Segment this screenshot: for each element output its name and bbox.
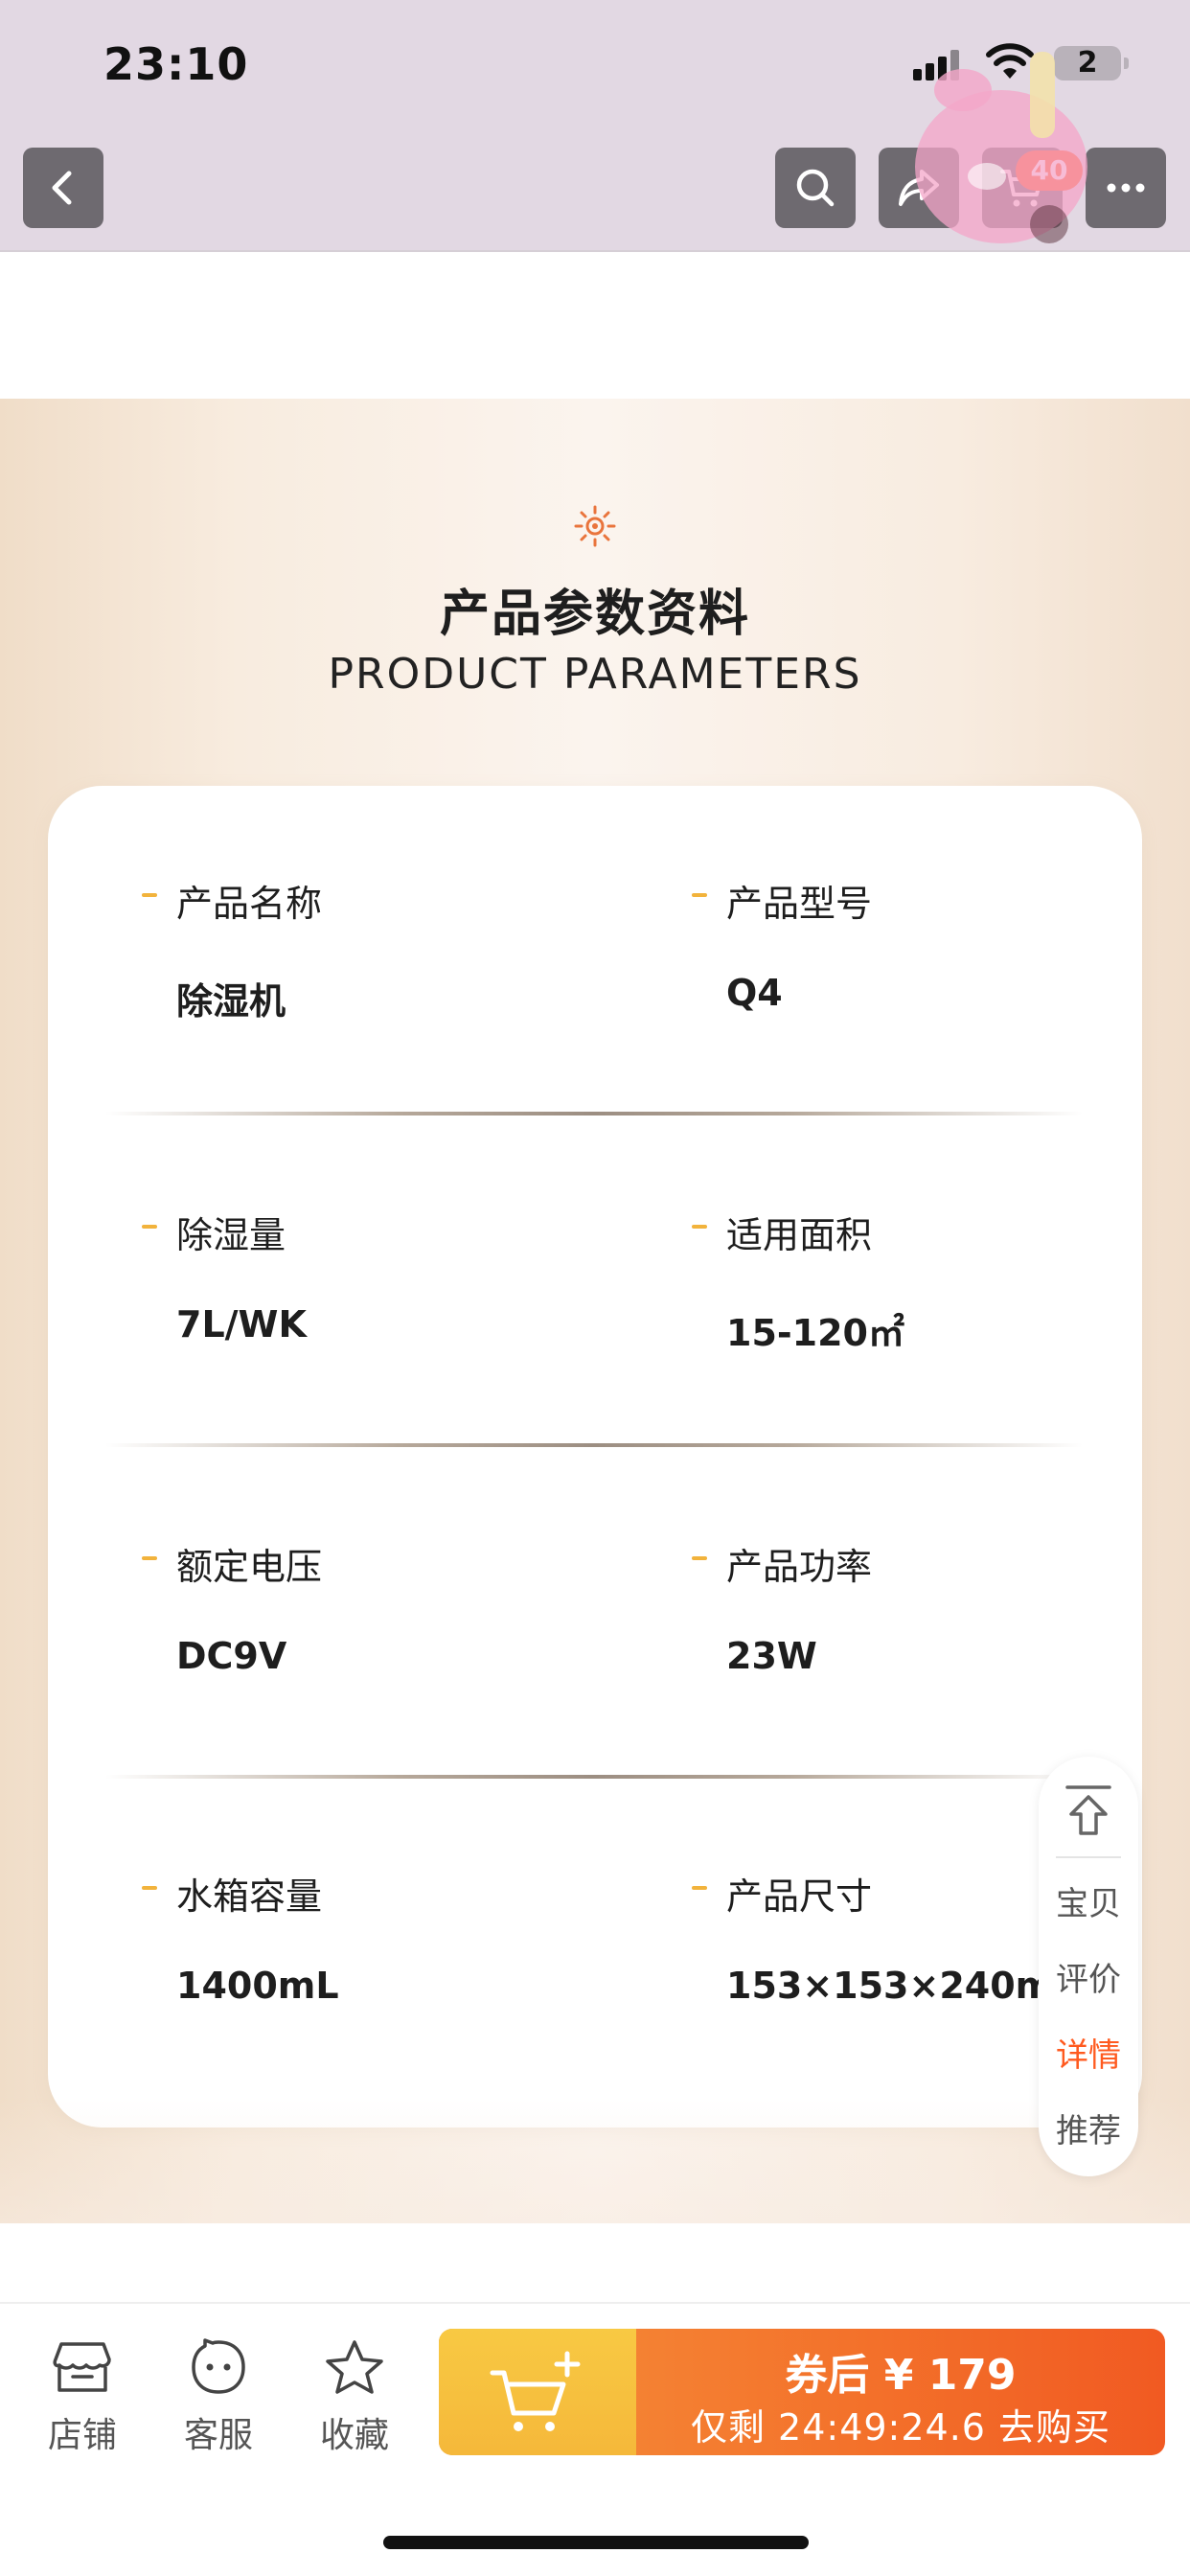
favorite-button[interactable]: 收藏 xyxy=(307,2338,402,2457)
floating-section-nav: 宝贝 评价 详情 推荐 xyxy=(1039,1757,1138,2176)
coupon-buy-button[interactable]: 券后 ¥ 179 仅剩 24:49:24.6 去购买 xyxy=(439,2329,1165,2455)
param-tank-capacity: 水箱容量 1400mL xyxy=(142,1779,640,2018)
back-icon xyxy=(52,171,72,205)
param-value: DC9V xyxy=(176,1635,287,1677)
param-power: 产品功率 23W xyxy=(692,1449,1190,1689)
label-dash xyxy=(692,1225,707,1229)
back-to-top-button[interactable] xyxy=(1039,1778,1138,1845)
param-label: 产品尺寸 xyxy=(726,1875,873,1918)
search-button[interactable] xyxy=(775,148,856,228)
store-label: 店铺 xyxy=(47,2416,117,2455)
status-time: 23:10 xyxy=(103,38,249,90)
param-label: 水箱容量 xyxy=(176,1875,323,1918)
wifi-icon xyxy=(986,43,1034,79)
param-value: 除湿机 xyxy=(176,980,286,1023)
add-to-cart-button[interactable] xyxy=(439,2329,636,2455)
label-dash xyxy=(142,1556,157,1560)
param-label: 除湿量 xyxy=(176,1214,286,1256)
param-rated-voltage: 额定电压 DC9V xyxy=(142,1449,640,1689)
customer-service-button[interactable]: 客服 xyxy=(171,2338,266,2457)
nav-item-details[interactable]: 详情 xyxy=(1039,2029,1138,2076)
param-value: 7L/WK xyxy=(176,1303,307,1346)
param-row: 产品名称 除湿机 产品型号 Q4 xyxy=(48,786,1142,1117)
more-button[interactable] xyxy=(1086,148,1166,228)
param-row: 水箱容量 1400mL 产品尺寸 153×153×240mm xyxy=(48,1779,1142,2110)
share-button[interactable] xyxy=(879,148,959,228)
param-applicable-area: 适用面积 15-120㎡ xyxy=(692,1117,1190,1357)
section-subtitle: PRODUCT PARAMETERS xyxy=(328,650,862,699)
param-dehumidify-capacity: 除湿量 7L/WK xyxy=(142,1117,640,1357)
product-parameters-section: 产品参数资料 PRODUCT PARAMETERS 产品名称 除湿机 产品型号 … xyxy=(0,399,1190,2223)
param-value: 23W xyxy=(726,1635,817,1677)
star-icon xyxy=(326,2340,383,2394)
label-dash xyxy=(692,893,707,897)
label-dash xyxy=(142,1886,157,1890)
param-value: 1400mL xyxy=(176,1965,339,2007)
nav-item-recommend[interactable]: 推荐 xyxy=(1039,2104,1138,2151)
back-button[interactable] xyxy=(23,148,103,228)
param-label: 产品型号 xyxy=(726,883,873,925)
more-icon xyxy=(1107,183,1145,193)
nav-item-reviews[interactable]: 评价 xyxy=(1039,1953,1138,2000)
param-product-model: 产品型号 Q4 xyxy=(692,786,1190,1025)
buy-price-label: 券后 ¥ 179 xyxy=(785,2351,1017,2400)
service-label: 客服 xyxy=(183,2416,253,2455)
search-icon xyxy=(796,169,835,207)
param-label: 产品功率 xyxy=(726,1546,873,1588)
param-value: 15-120㎡ xyxy=(726,1312,904,1354)
label-dash xyxy=(142,1225,157,1229)
param-value: 153×153×240mm xyxy=(726,1965,1091,2007)
param-row: 除湿量 7L/WK 适用面积 15-120㎡ xyxy=(48,1117,1142,1449)
nav-separator xyxy=(1056,1856,1121,1858)
label-dash xyxy=(692,1886,707,1890)
param-value: Q4 xyxy=(726,972,783,1014)
battery-indicator: 2 xyxy=(1054,46,1129,80)
param-product-name: 产品名称 除湿机 xyxy=(142,786,640,1025)
cart-count-badge: 40 xyxy=(1016,150,1083,191)
label-dash xyxy=(142,893,157,897)
label-dash xyxy=(692,1556,707,1560)
buy-countdown-label: 仅剩 24:49:24.6 去购买 xyxy=(690,2406,1111,2449)
store-icon xyxy=(53,2342,111,2392)
signal-icon xyxy=(913,50,961,80)
favorite-label: 收藏 xyxy=(319,2416,389,2455)
row-divider xyxy=(105,1443,1083,1447)
sun-icon xyxy=(574,505,616,547)
service-icon xyxy=(192,2338,245,2394)
nav-item-baobei[interactable]: 宝贝 xyxy=(1039,1877,1138,1924)
store-button[interactable]: 店铺 xyxy=(34,2338,130,2457)
section-title: 产品参数资料 xyxy=(439,586,750,643)
param-label: 额定电压 xyxy=(176,1546,323,1588)
param-label: 适用面积 xyxy=(726,1214,873,1256)
row-divider xyxy=(105,1112,1083,1116)
share-icon xyxy=(899,170,939,206)
add-to-cart-icon xyxy=(490,2351,581,2431)
param-label: 产品名称 xyxy=(176,883,323,925)
parameters-card: 产品名称 除湿机 产品型号 Q4 除湿量 7L/WK 适用面积 15-120㎡ xyxy=(48,786,1142,2128)
top-header: 23:10 2 40 xyxy=(0,0,1190,252)
back-to-top-icon xyxy=(1065,1785,1111,1835)
param-row: 额定电压 DC9V 产品功率 23W xyxy=(48,1449,1142,1781)
home-indicator xyxy=(383,2536,809,2549)
